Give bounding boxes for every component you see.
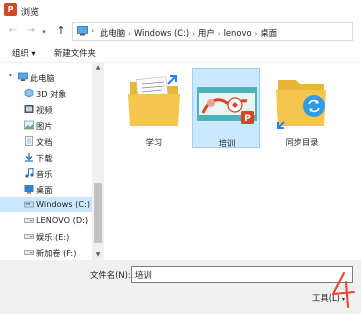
sync-folder-icon (276, 80, 326, 129)
sidebar-item-label: 桌面 (36, 185, 53, 195)
sidebar-item-label: LENOVO (D:) (36, 215, 89, 225)
forward-arrow-icon[interactable]: → (24, 24, 38, 38)
sidebar-item-label: Windows (C:) (36, 199, 91, 209)
computer-icon (18, 72, 28, 81)
drive-icon (24, 218, 34, 223)
new-folder-button[interactable]: 新建文件夹 (54, 47, 96, 59)
sidebar-item-new-volume-f[interactable]: 新加卷 (F:) (0, 245, 92, 260)
organize-button[interactable]: 组织 ▾ (12, 47, 36, 59)
breadcrumb-separator-icon: › (254, 30, 258, 38)
sidebar-item-downloads[interactable]: 下载 (0, 150, 92, 165)
sidebar-item-this-pc[interactable]: ▾ 此电脑 (0, 70, 92, 85)
breadcrumb-separator-icon: › (192, 30, 196, 38)
desktop-icon (24, 185, 34, 194)
sidebar-item-3d-objects[interactable]: 3D 对象 (0, 86, 92, 101)
sidebar-item-videos[interactable]: 视频 (0, 102, 92, 117)
file-item-study-folder[interactable]: 学习 (120, 68, 188, 148)
command-toolbar: 组织 ▾ 新建文件夹 (0, 43, 361, 63)
dialog-footer: 文件名(N): 培训 工具(L) ▾ (0, 260, 361, 314)
scroll-down-icon[interactable]: ▼ (92, 250, 104, 260)
drive-icon (24, 250, 34, 255)
breadcrumb-separator-icon: › (217, 30, 221, 38)
windows-drive-icon (24, 201, 34, 208)
breadcrumb-item[interactable]: 用户 (198, 28, 215, 38)
file-item-training-pptx[interactable]: P 培训 (192, 68, 260, 148)
sidebar-item-pictures[interactable]: 图片 (0, 118, 92, 133)
nav-pane-scrollbar[interactable]: ▲ ▼ (92, 63, 104, 260)
3d-objects-icon (24, 88, 34, 98)
sidebar-item-music[interactable]: 音乐 (0, 166, 92, 181)
shortcut-arrow-icon (167, 75, 177, 85)
sidebar-item-label: 下载 (36, 153, 53, 163)
collapse-chevron-icon[interactable]: ▾ (9, 72, 12, 79)
powerpoint-app-icon: P (4, 3, 17, 16)
sidebar-item-documents[interactable]: 文档 (0, 134, 92, 149)
sidebar-item-label: 图片 (36, 121, 53, 131)
title-bar: P 浏览 (0, 0, 361, 20)
computer-icon (77, 26, 88, 36)
breadcrumb-item[interactable]: lenovo (224, 28, 252, 38)
navigation-pane: ▾ 此电脑 3D 对象 视频 图片 文档 下载 音乐 桌面 Windows (C… (0, 63, 104, 263)
sidebar-item-label: 此电脑 (30, 73, 55, 83)
sidebar-item-windows-c[interactable]: Windows (C:) (0, 197, 92, 212)
downloads-icon (25, 153, 33, 162)
file-name: 学习 (145, 137, 163, 147)
file-item-sync-folder[interactable]: 同步目录 (268, 68, 336, 148)
svg-text:P: P (244, 114, 251, 124)
documents-icon (25, 136, 33, 146)
address-box[interactable]: › 此电脑 › Windows (C:) › 用户 › lenovo › 桌面 (72, 22, 353, 41)
breadcrumb: 此电脑 › Windows (C:) › 用户 › lenovo › 桌面 (100, 27, 277, 39)
back-arrow-icon[interactable]: ← (6, 24, 20, 38)
scroll-thumb[interactable] (94, 183, 102, 243)
recent-locations-chevron-icon[interactable]: ▾ (40, 25, 48, 39)
sidebar-item-desktop[interactable]: 桌面 (0, 182, 92, 197)
scroll-up-icon[interactable]: ▲ (92, 63, 104, 73)
folder-with-documents-icon (128, 75, 180, 126)
sidebar-item-entertainment-e[interactable]: 娱乐 (E:) (0, 229, 92, 244)
pptx-thumbnail-icon: P (197, 87, 257, 124)
breadcrumb-item[interactable]: 此电脑 (100, 28, 125, 38)
breadcrumb-separator-icon: › (91, 26, 95, 35)
breadcrumb-item[interactable]: 桌面 (260, 28, 277, 38)
up-arrow-icon[interactable]: ↑ (54, 24, 68, 38)
sidebar-item-label: 音乐 (36, 169, 53, 179)
sidebar-item-label: 娱乐 (E:) (36, 232, 70, 242)
drive-icon (24, 234, 34, 239)
breadcrumb-separator-icon: › (128, 30, 131, 38)
file-name: 同步目录 (285, 137, 319, 147)
music-icon (25, 168, 34, 178)
file-name: 培训 (218, 138, 236, 148)
file-list-pane: 学习 P 培训 同步目录 (104, 63, 361, 260)
pictures-icon (24, 120, 34, 130)
handwritten-annotation-four-icon (332, 272, 355, 308)
filename-input[interactable]: 培训 (131, 266, 353, 283)
navigation-bar: ← → ▾ ↑ › 此电脑 › Windows (C:) › 用户 › lenovo › 桌面 (0, 20, 361, 43)
window-title: 浏览 (21, 8, 40, 18)
sidebar-item-label: 文档 (36, 137, 53, 147)
sidebar-item-label: 3D 对象 (36, 89, 67, 99)
breadcrumb-item[interactable]: Windows (C:) (134, 28, 189, 38)
sidebar-item-label: 新加卷 (F:) (36, 248, 77, 258)
videos-icon (24, 105, 34, 113)
filename-label: 文件名(N): (90, 270, 131, 280)
sidebar-item-label: 视频 (36, 105, 53, 115)
sidebar-item-lenovo-d[interactable]: LENOVO (D:) (0, 213, 92, 228)
